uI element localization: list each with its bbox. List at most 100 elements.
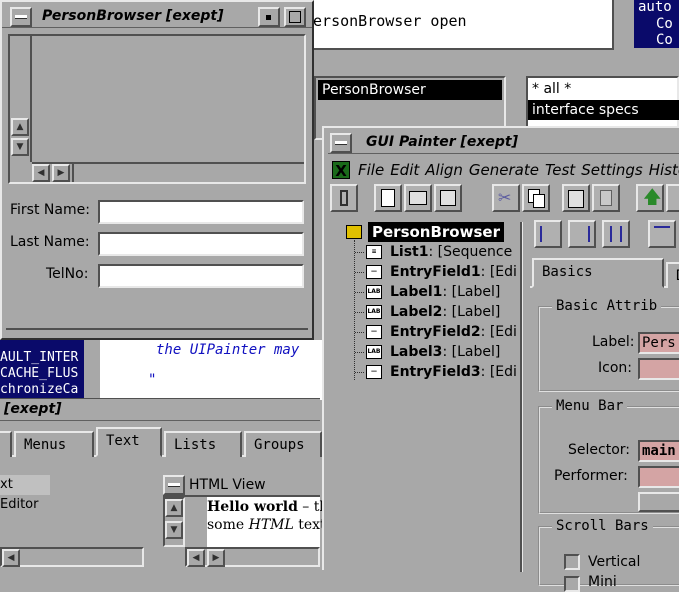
menu-define-button[interactable] [638,492,679,512]
scroll-right-arrow-icon[interactable]: ▶ [207,549,225,567]
tab-lists[interactable]: Lists [164,431,242,457]
tab-menus[interactable]: Menus [14,431,94,457]
telno-field[interactable] [98,264,304,288]
align-top-icon [654,226,670,240]
gui-painter-window: GUI Painter [exept] X File Edit Align Gener… [322,126,679,592]
protocol-item-all[interactable]: * all * [530,80,571,98]
person-list-vscrollbar[interactable]: ▲ ▼ [10,36,32,162]
left-code-line-3: chronizeCa [0,382,79,397]
label-input[interactable]: Pers [638,332,679,354]
tree-vscrollbar[interactable] [522,222,530,572]
new-button[interactable] [374,184,402,212]
html-view-line-1: Hello world – th [207,499,329,515]
selector-label: Selector: [568,442,630,458]
menu-history[interactable]: Histor [649,161,679,179]
html-view-label: HTML View [189,477,266,493]
list-scroll-left-icon[interactable]: ◀ [32,164,50,182]
tab-groups[interactable]: Groups [244,431,322,457]
class-list-item-selected[interactable]: PersonBrowser [318,80,502,100]
menu-edit[interactable]: Edit [390,161,419,179]
gui-painter-titlebar[interactable]: GUI Painter [exept] [328,132,679,154]
scroll-bars-group: Scroll Bars Vertical Mini [538,518,679,592]
move-down-button[interactable] [666,184,679,212]
person-browser-titlebar[interactable]: PersonBrowser [exept] [2,6,312,28]
window-menu-button[interactable] [10,7,32,27]
performer-label: Performer: [554,468,628,484]
open-button[interactable] [404,184,432,212]
mini-checkbox[interactable] [564,576,580,592]
icon-input[interactable] [638,358,679,380]
menu-bar-group: Menu Bar Selector: main Performer: [538,398,679,514]
save-disk-icon [440,190,456,206]
selector-input[interactable]: main [638,440,679,462]
maximize-button[interactable] [284,7,306,27]
lower-window: [exept] Menus Text Lists Groups xt Edito… [0,398,328,570]
tab-text[interactable]: Text [96,427,162,457]
attribute-panel: Basics D Basic Attrib Label: Pers Icon: … [530,214,679,592]
vertical-label: Vertical [588,554,641,570]
test-mode-button[interactable] [330,184,358,212]
widget-tree[interactable]: PersonBrowser ≡ List1: [Sequence — Entry… [340,222,522,572]
menu-align[interactable]: Align [425,161,463,179]
align-top-button[interactable] [648,220,676,248]
align-toolbar [534,220,679,248]
background-workspace-window: PersonBrowser open [300,0,612,50]
list-scroll-right-icon[interactable]: ▶ [52,164,70,182]
basic-attributes-title: Basic Attrib [552,298,662,314]
align-left-button[interactable] [534,220,562,248]
painter-toolbar: ✂ 🡅 [330,184,679,214]
painter-window-menu-button[interactable] [330,133,352,153]
cut-button[interactable]: ✂ [492,184,520,212]
scroll-left-arrow-icon[interactable]: ◀ [187,549,205,567]
code-line-2: " [148,372,157,388]
align-right-icon [574,226,590,242]
performer-input[interactable] [638,466,679,488]
person-list-hscrollbar[interactable]: ◀ ▶ [32,162,304,182]
scroll-down-arrow-icon[interactable]: ▼ [165,521,183,539]
paste-clipboard-icon [568,190,584,208]
menu-settings[interactable]: Settings [581,161,643,179]
text-editor-label: xt Editor [0,475,50,512]
tab-details[interactable]: D [666,262,679,288]
last-name-field[interactable] [98,232,304,256]
left-code-panel: AULT_INTER CACHE_FLUS chronizeCa [0,340,84,398]
paste-button[interactable] [562,184,590,212]
save-button[interactable] [434,184,462,212]
label-icon: LAB [366,285,382,299]
scroll-up-arrow-icon[interactable]: ▲ [165,499,183,517]
gui-painter-title: GUI Painter [exept] [366,134,519,150]
tab-widgets-prev[interactable] [0,431,12,457]
menu-file[interactable]: File [358,161,384,179]
protocol-item-interface-specs[interactable]: interface specs [528,100,679,120]
align-left-icon [540,226,556,242]
iconify-button[interactable] [258,7,280,27]
menu-test[interactable]: Test [545,161,575,179]
tab-basics[interactable]: Basics [532,258,664,288]
lower-window-titlebar[interactable]: [exept] [0,399,320,421]
align-center-button[interactable] [602,220,630,248]
vertical-checkbox[interactable] [564,554,580,570]
html-view-hscrollbar[interactable]: ◀ ▶ [185,547,320,567]
menu-bar-title: Menu Bar [552,398,628,414]
new-page-icon [381,189,395,207]
align-right-button[interactable] [568,220,596,248]
list-scroll-down-icon[interactable]: ▼ [11,138,29,156]
entryfield-icon: — [366,365,382,379]
person-browser-window: PersonBrowser [exept] ▲ ▼ ◀ ▶ First Name… [0,0,314,340]
text-editor-hscrollbar[interactable]: ◀ [0,547,144,567]
entryfield-icon: — [366,325,382,339]
menu-generate[interactable]: Generate [469,161,539,179]
html-view-vscrollbar[interactable]: ▲ ▼ [163,497,185,547]
html-view-menu-button[interactable] [163,475,185,495]
first-name-field[interactable] [98,200,304,224]
window-icon [346,225,362,239]
mini-label: Mini [588,574,617,590]
arrow-up-icon: 🡅 [643,187,662,208]
list-scroll-up-icon[interactable]: ▲ [11,118,29,136]
list-icon: ≡ [366,245,382,259]
person-list[interactable]: ▲ ▼ ◀ ▶ [8,34,306,184]
copy-button[interactable] [522,184,550,212]
code-view-gutter [84,340,100,398]
delete-button[interactable] [592,184,620,212]
move-up-button[interactable]: 🡅 [636,184,664,212]
